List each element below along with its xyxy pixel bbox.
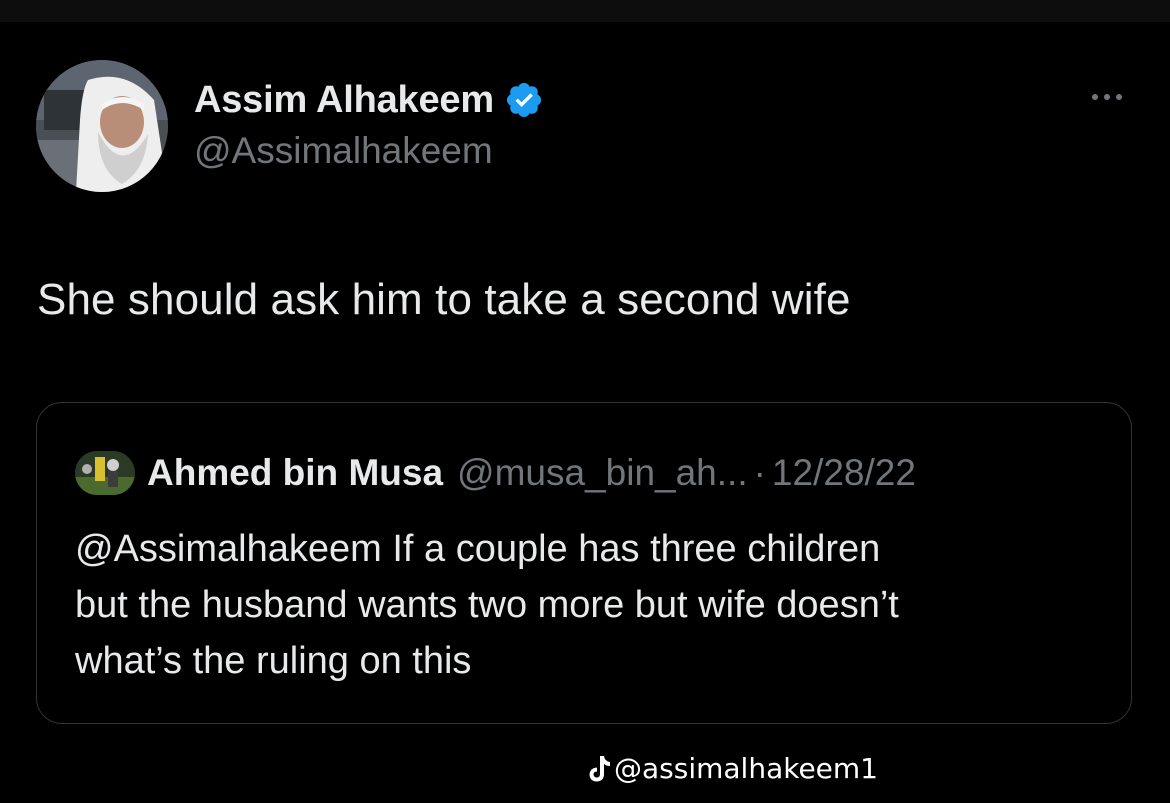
tiktok-watermark: @assimalhakeem1 <box>586 752 878 785</box>
watermark-handle: @assimalhakeem1 <box>614 752 878 785</box>
quoted-tweet-header: Ahmed bin Musa @musa_bin_ah... · 12/28/2… <box>75 449 916 497</box>
quoted-separator-dot: · <box>753 452 766 493</box>
quoted-text-line: but the husband wants two more but wife … <box>75 584 899 626</box>
quoted-text-line: @Assimalhakeem If a couple has three chi… <box>75 528 881 570</box>
tweet-text: She should ask him to take a second wife <box>37 275 851 324</box>
quoted-text-line: what’s the ruling on this <box>75 640 472 682</box>
quoted-author-name[interactable]: Ahmed bin Musa <box>147 452 443 494</box>
more-horizontal-icon-dot <box>1116 94 1122 100</box>
tweet: Assim Alhakeem @Assimalhakeem She should… <box>0 22 1170 803</box>
author-name-row[interactable]: Assim Alhakeem <box>194 76 544 124</box>
top-status-strip <box>0 0 1170 22</box>
quoted-author-handle[interactable]: @musa_bin_ah... <box>457 452 748 494</box>
verified-badge-icon <box>504 80 544 120</box>
author-handle[interactable]: @Assimalhakeem <box>194 130 493 172</box>
author-name[interactable]: Assim Alhakeem <box>194 79 494 122</box>
quoted-tweet-card[interactable]: Ahmed bin Musa @musa_bin_ah... · 12/28/2… <box>36 402 1132 724</box>
more-horizontal-icon <box>1092 94 1098 100</box>
tiktok-icon <box>586 754 612 784</box>
author-avatar[interactable] <box>36 60 168 192</box>
more-horizontal-icon-dot <box>1104 94 1110 100</box>
quoted-tweet-date[interactable]: 12/28/22 <box>772 452 916 494</box>
quoted-author-avatar[interactable] <box>75 451 135 495</box>
more-options-button[interactable] <box>1082 82 1132 112</box>
quoted-tweet-text: @Assimalhakeem If a couple has three chi… <box>75 521 1105 689</box>
